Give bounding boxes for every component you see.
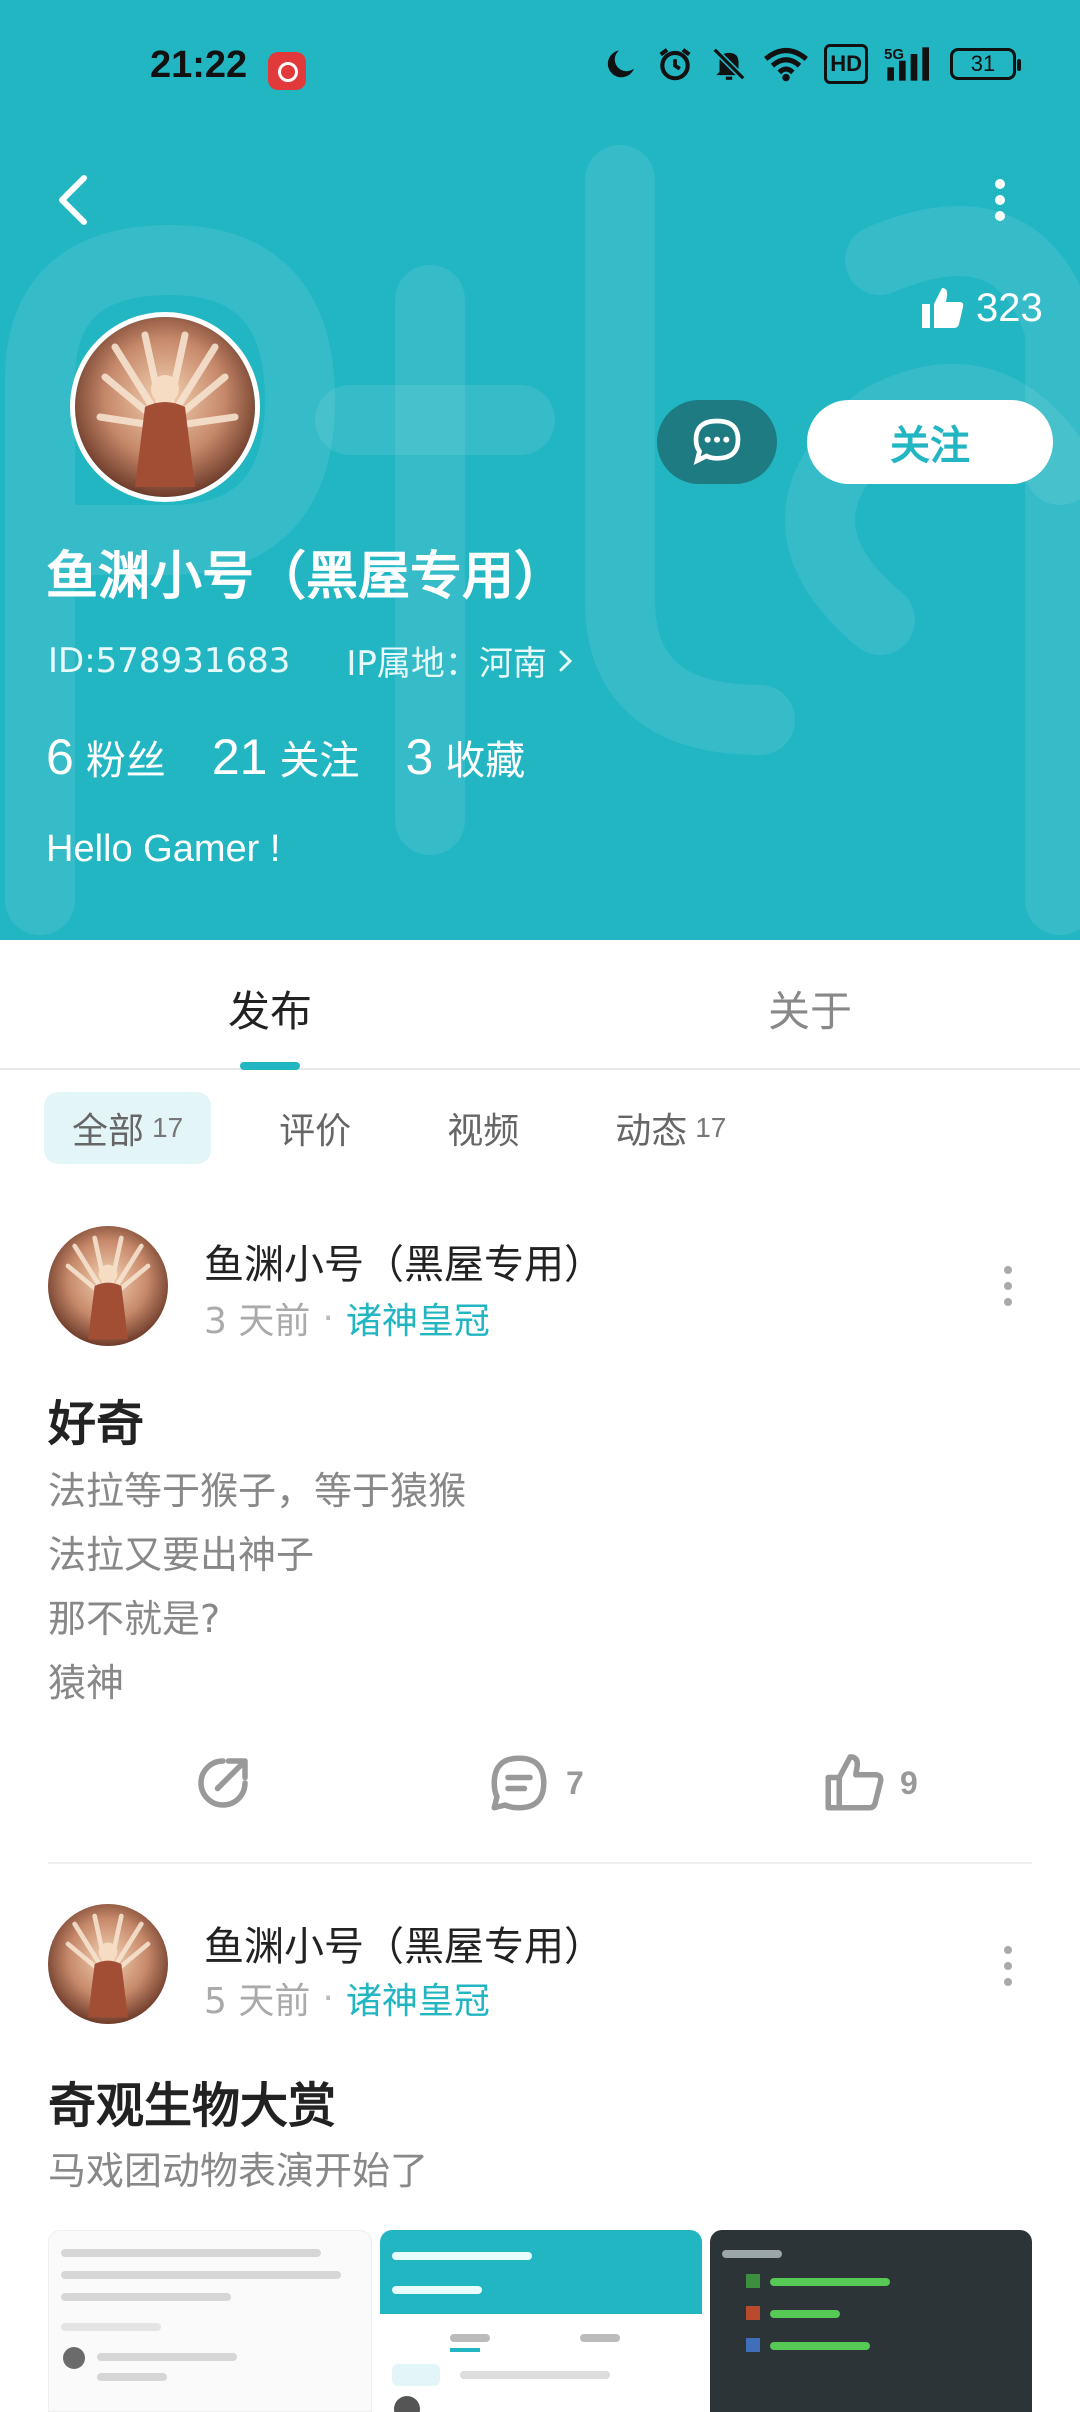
post-divider [48, 1862, 1032, 1864]
comment-button[interactable]: 7 [486, 1750, 584, 1816]
like-button[interactable]: 9 [820, 1750, 918, 1816]
avatar[interactable] [48, 1226, 168, 1346]
profile-id: ID:578931683 [48, 640, 291, 681]
message-button[interactable] [657, 400, 777, 484]
more-vertical-icon [1004, 1946, 1012, 1986]
post-image[interactable] [710, 2230, 1032, 2412]
avatar[interactable] [70, 312, 260, 502]
comment-icon [491, 1755, 547, 1811]
post-meta: 3 天前 · 诸神皇冠 [204, 1292, 490, 1344]
filter-videos[interactable]: 视频 [419, 1092, 547, 1164]
post-text-line: 法拉又要出神子 [48, 1533, 315, 1577]
back-button[interactable] [44, 170, 104, 230]
comment-count: 7 [566, 1764, 584, 1801]
stat-number: 3 [405, 729, 434, 785]
stat-favorites[interactable]: 3 收藏 [405, 728, 525, 786]
profile-bio: Hello Gamer ! [46, 828, 281, 870]
post-game-link[interactable]: 诸神皇冠 [346, 1972, 490, 2024]
share-button[interactable] [190, 1750, 256, 1816]
avatar-image [48, 1226, 168, 1346]
avatar-image [48, 1904, 168, 2024]
like-count: 9 [900, 1764, 918, 1801]
post-time: 5 天前 [204, 1981, 311, 2022]
post-text-line: 那不就是? [48, 1597, 221, 1641]
filter-count: 17 [152, 1112, 184, 1143]
stat-label: 粉丝 [85, 738, 166, 784]
share-icon [198, 1758, 248, 1808]
post-title: 好奇 [48, 1396, 145, 1452]
battery-indicator: 31 [950, 48, 1021, 80]
profile-header: 21:22 HD 5G 31 323 关注 鱼渊小号（黑屋专用） ID:5789… [0, 0, 1080, 940]
post-title: 奇观生物大赏 [48, 2078, 337, 2134]
post-username[interactable]: 鱼渊小号（黑屋专用） [204, 1232, 604, 1290]
ip-location-link[interactable]: IP属地：河南 [346, 636, 577, 685]
moon-icon [604, 44, 640, 84]
stat-number: 21 [211, 729, 268, 785]
stat-following[interactable]: 21 关注 [212, 728, 360, 786]
post-game-link[interactable]: 诸神皇冠 [346, 1292, 490, 1344]
post-card[interactable]: 鱼渊小号（黑屋专用） 3 天前 · 诸神皇冠 好奇 法拉等于猴子，等于猿猴 法拉… [0, 1220, 1080, 1860]
svg-text:5G: 5G [884, 46, 904, 63]
post-more-button[interactable] [996, 1936, 1020, 1996]
post-username[interactable]: 鱼渊小号（黑屋专用） [204, 1914, 604, 1972]
avatar[interactable] [48, 1904, 168, 2024]
thumbs-up-outline-icon [825, 1754, 884, 1811]
status-icons: HD 5G 31 [604, 44, 1021, 84]
chevron-left-icon [59, 175, 87, 225]
filter-label: 动态 [615, 1111, 688, 1152]
post-text-line: 猿神 [48, 1661, 125, 1705]
content-filters: 全部 17 评价 视频 动态 17 [44, 1092, 794, 1164]
post-image[interactable] [380, 2230, 702, 2412]
tab-indicator [240, 1062, 300, 1070]
post-time: 3 天前 [204, 1301, 311, 1342]
filter-label: 评价 [279, 1111, 352, 1152]
status-bar: 21:22 HD 5G 31 [0, 0, 1080, 140]
mute-icon [710, 44, 748, 84]
tab-about[interactable]: 关于 [768, 978, 852, 1039]
profile-tabs: 发布 关于 [0, 940, 1080, 1070]
hd-indicator: HD [824, 44, 868, 84]
separator-dot: · [322, 1297, 334, 1339]
follow-button[interactable]: 关注 [807, 400, 1053, 484]
stat-followers[interactable]: 6 粉丝 [46, 728, 166, 786]
post-meta: 5 天前 · 诸神皇冠 [204, 1972, 490, 2024]
tab-posts[interactable]: 发布 [228, 978, 312, 1039]
stat-label: 关注 [279, 738, 360, 784]
netease-music-icon [268, 52, 306, 90]
thumbs-up-icon [922, 288, 964, 328]
wifi-icon [764, 44, 809, 84]
status-time: 21:22 [150, 44, 248, 86]
chevron-right-icon [559, 650, 573, 671]
profile-id-row: ID:578931683 IP属地：河南 [48, 636, 577, 685]
post-image[interactable] [48, 2230, 372, 2412]
alarm-icon [656, 44, 694, 84]
chat-bubble-icon [693, 418, 741, 466]
post-text-line: 法拉等于猴子，等于猿猴 [48, 1469, 467, 1513]
signal-icon: 5G [884, 44, 934, 84]
ip-location: IP属地：河南 [346, 644, 547, 684]
stat-label: 收藏 [445, 738, 526, 784]
more-vertical-icon [995, 179, 1005, 221]
filter-reviews[interactable]: 评价 [251, 1092, 379, 1164]
filter-moments[interactable]: 动态 17 [587, 1092, 754, 1164]
post-text-line: 马戏团动物表演开始了 [48, 2149, 429, 2193]
avatar-image [75, 317, 255, 497]
profile-stats: 6 粉丝 21 关注 3 收藏 [46, 728, 525, 786]
more-options-button[interactable] [978, 170, 1022, 230]
filter-all[interactable]: 全部 17 [44, 1092, 212, 1164]
post-more-button[interactable] [996, 1256, 1020, 1316]
filter-label: 视频 [447, 1111, 520, 1152]
more-vertical-icon [1004, 1266, 1012, 1306]
profile-likes: 323 [918, 284, 1043, 332]
separator-dot: · [322, 1977, 334, 2019]
stat-number: 6 [46, 729, 74, 785]
filter-label: 全部 [72, 1111, 145, 1152]
filter-count: 17 [695, 1112, 727, 1143]
likes-count: 323 [976, 285, 1043, 330]
profile-username: 鱼渊小号（黑屋专用） [46, 547, 567, 607]
post-image-grid [48, 2230, 1032, 2412]
